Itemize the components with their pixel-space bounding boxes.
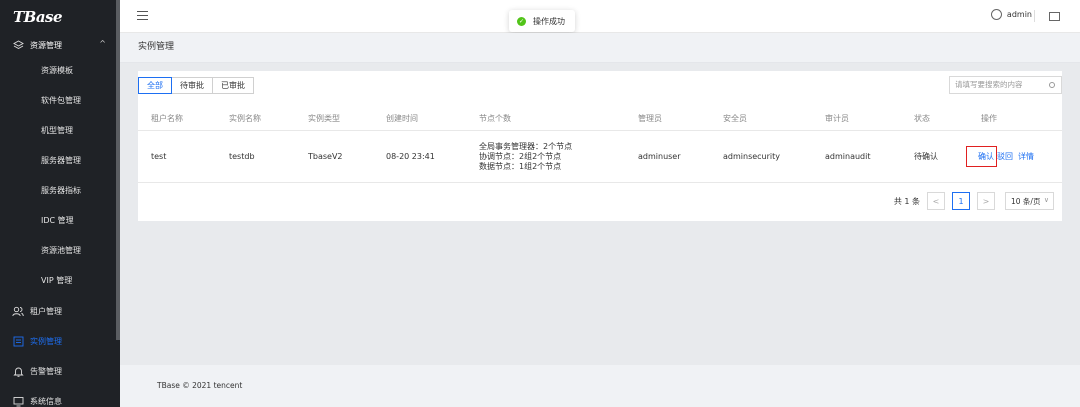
column-header: 状态 <box>914 113 930 123</box>
column-header: 实例类型 <box>308 113 340 123</box>
cell-tenant: test <box>151 152 167 161</box>
detail-link[interactable]: 详情 <box>1018 151 1034 162</box>
cell-nodes: 全局事务管理器：2个节点 协调节点：2组2个节点 数据节点：1组2个节点 <box>479 131 572 182</box>
layers-icon <box>12 39 24 51</box>
tab-pending[interactable]: 待审批 <box>171 77 213 94</box>
tab-all[interactable]: 全部 <box>138 77 172 94</box>
search-icon[interactable] <box>1049 82 1055 88</box>
user-menu[interactable]: admin <box>990 9 1032 20</box>
next-page-button[interactable]: > <box>977 192 995 210</box>
monitor-icon <box>12 395 24 407</box>
column-header: 操作 <box>981 113 997 123</box>
username: admin <box>1006 10 1032 19</box>
sidebar-item-system-info[interactable]: 系统信息 <box>0 386 120 407</box>
instance-table: 租户名称 实例名称 实例类型 创建时间 节点个数 管理员 安全员 审计员 状态 … <box>138 106 1062 183</box>
column-header: 安全员 <box>723 113 747 123</box>
column-header: 创建时间 <box>386 113 418 123</box>
cell-instance: testdb <box>229 152 255 161</box>
prev-page-button[interactable]: < <box>927 192 945 210</box>
sidebar-item-label: 租户管理 <box>30 306 62 316</box>
sidebar-item-package[interactable]: 软件包管理 <box>0 86 120 116</box>
page-size-value: 10 条/页 <box>1011 196 1041 206</box>
app-logo: TBase <box>13 8 63 26</box>
footer: TBase © 2021 tencent <box>120 365 1080 407</box>
reject-link[interactable]: 驳回 <box>997 151 1013 162</box>
page-size-select[interactable]: 10 条/页 ∨ <box>1005 192 1054 210</box>
chevron-down-icon: ∨ <box>1043 196 1049 204</box>
table-row: test testdb TbaseV2 08-20 23:41 全局事务管理器：… <box>138 131 1062 183</box>
page-title: 实例管理 <box>120 33 1080 63</box>
cell-type: TbaseV2 <box>308 152 343 161</box>
bell-icon <box>12 365 24 377</box>
cell-admin: adminuser <box>638 152 681 161</box>
sidebar-group-label: 资源管理 <box>30 40 62 50</box>
node-line: 协调节点：2组2个节点 <box>479 151 562 161</box>
check-circle-icon: ✓ <box>517 16 526 26</box>
instance-card: 全部 待审批 已审批 请填写要搜索的内容 租户名称 实例名称 实例类型 创建时间… <box>138 71 1062 221</box>
sidebar-item-tenant[interactable]: 租户管理 <box>0 296 120 326</box>
confirm-link[interactable]: 确认 <box>966 146 997 167</box>
sidebar-item-resource-pool[interactable]: 资源池管理 <box>0 236 120 266</box>
table-header: 租户名称 实例名称 实例类型 创建时间 节点个数 管理员 安全员 审计员 状态 … <box>138 106 1062 131</box>
cell-auditor: adminaudit <box>825 152 871 161</box>
sidebar-item-server-metrics[interactable]: 服务器指标 <box>0 176 120 206</box>
sidebar-item-resource-template[interactable]: 资源模板 <box>0 56 120 86</box>
cell-status: 待确认 <box>914 152 938 161</box>
sidebar: TBase 资源管理 ^ 资源模板 软件包管理 机型管理 服务器管理 服务器指标… <box>0 0 120 407</box>
pagination-total: 共 1 条 <box>893 196 920 206</box>
sidebar-item-label: 系统信息 <box>30 396 62 406</box>
column-header: 管理员 <box>638 113 662 123</box>
sidebar-item-vip[interactable]: VIP 管理 <box>0 266 120 296</box>
success-toast: ✓ 操作成功 <box>509 10 575 32</box>
chevron-up-icon: ^ <box>99 39 106 48</box>
sidebar-group-resource[interactable]: 资源管理 ^ <box>0 34 120 56</box>
cell-created: 08-20 23:41 <box>386 152 435 161</box>
sidebar-item-idc[interactable]: IDC 管理 <box>0 206 120 236</box>
main-content: 全部 待审批 已审批 请填写要搜索的内容 租户名称 实例名称 实例类型 创建时间… <box>120 63 1080 365</box>
column-header: 审计员 <box>825 113 849 123</box>
mail-icon[interactable] <box>1049 12 1060 21</box>
top-header: ✓ 操作成功 admin <box>120 0 1080 33</box>
header-divider <box>1034 10 1035 22</box>
sidebar-item-alarm[interactable]: 告警管理 <box>0 356 120 386</box>
filter-tabs: 全部 待审批 已审批 <box>138 77 254 94</box>
sidebar-item-instance[interactable]: 实例管理 <box>0 326 120 356</box>
node-line: 全局事务管理器：2个节点 <box>479 141 573 151</box>
column-header: 节点个数 <box>479 113 511 123</box>
cell-actions: 确认 驳回 详情 <box>966 131 1034 182</box>
toast-message: 操作成功 <box>533 16 565 26</box>
page-button[interactable]: 1 <box>952 192 970 210</box>
sidebar-item-label: 实例管理 <box>30 336 62 346</box>
search-input[interactable]: 请填写要搜索的内容 <box>949 76 1062 94</box>
sidebar-item-machine-type[interactable]: 机型管理 <box>0 116 120 146</box>
cell-security: adminsecurity <box>723 152 781 161</box>
sidebar-item-server[interactable]: 服务器管理 <box>0 146 120 176</box>
search-placeholder: 请填写要搜索的内容 <box>955 80 1023 89</box>
users-icon <box>12 305 24 317</box>
tab-approved[interactable]: 已审批 <box>212 77 254 94</box>
sidebar-item-label: 告警管理 <box>30 366 62 376</box>
instance-icon <box>12 335 24 347</box>
user-avatar-icon <box>990 9 1002 20</box>
node-line: 数据节点：1组2个节点 <box>479 161 562 171</box>
column-header: 实例名称 <box>229 113 261 123</box>
column-header: 租户名称 <box>151 113 183 123</box>
pagination: 共 1 条 < 1 > 10 条/页 ∨ <box>894 192 1054 210</box>
menu-toggle-icon[interactable] <box>137 11 148 20</box>
